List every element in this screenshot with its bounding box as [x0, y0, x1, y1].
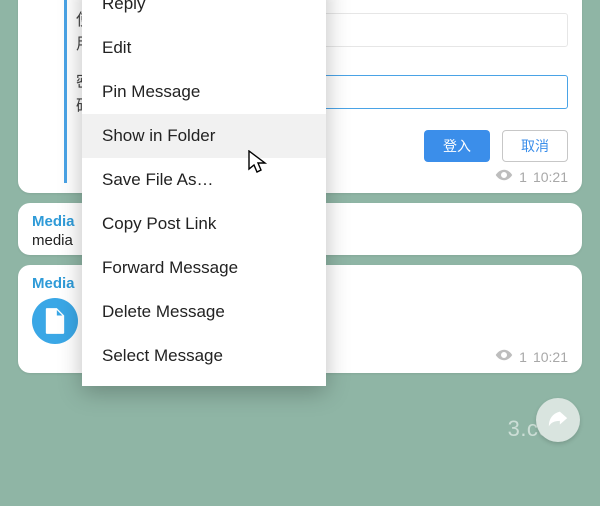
views-count: 1: [519, 169, 527, 185]
quote-bar: [64, 0, 67, 183]
menu-save-as[interactable]: Save File As…: [82, 158, 326, 202]
context-menu: Reply Edit Pin Message Show in Folder Sa…: [82, 0, 326, 386]
menu-delete[interactable]: Delete Message: [82, 290, 326, 334]
menu-pin[interactable]: Pin Message: [82, 70, 326, 114]
message-time: 10:21: [533, 349, 568, 365]
menu-edit[interactable]: Edit: [82, 26, 326, 70]
cancel-button[interactable]: 取消: [502, 130, 568, 162]
menu-copy-link[interactable]: Copy Post Link: [82, 202, 326, 246]
share-button[interactable]: [536, 398, 580, 442]
views-icon: [495, 166, 513, 187]
menu-forward[interactable]: Forward Message: [82, 246, 326, 290]
menu-reply[interactable]: Reply: [82, 0, 326, 26]
login-button[interactable]: 登入: [424, 130, 490, 162]
file-icon: [32, 298, 78, 344]
menu-show-in-folder[interactable]: Show in Folder: [82, 114, 326, 158]
cancel-button-label: 取消: [521, 136, 549, 156]
views-count: 1: [519, 349, 527, 365]
login-button-label: 登入: [443, 136, 471, 156]
share-icon: [547, 408, 569, 433]
message-time: 10:21: [533, 169, 568, 185]
menu-select[interactable]: Select Message: [82, 334, 326, 378]
views-icon: [495, 346, 513, 367]
